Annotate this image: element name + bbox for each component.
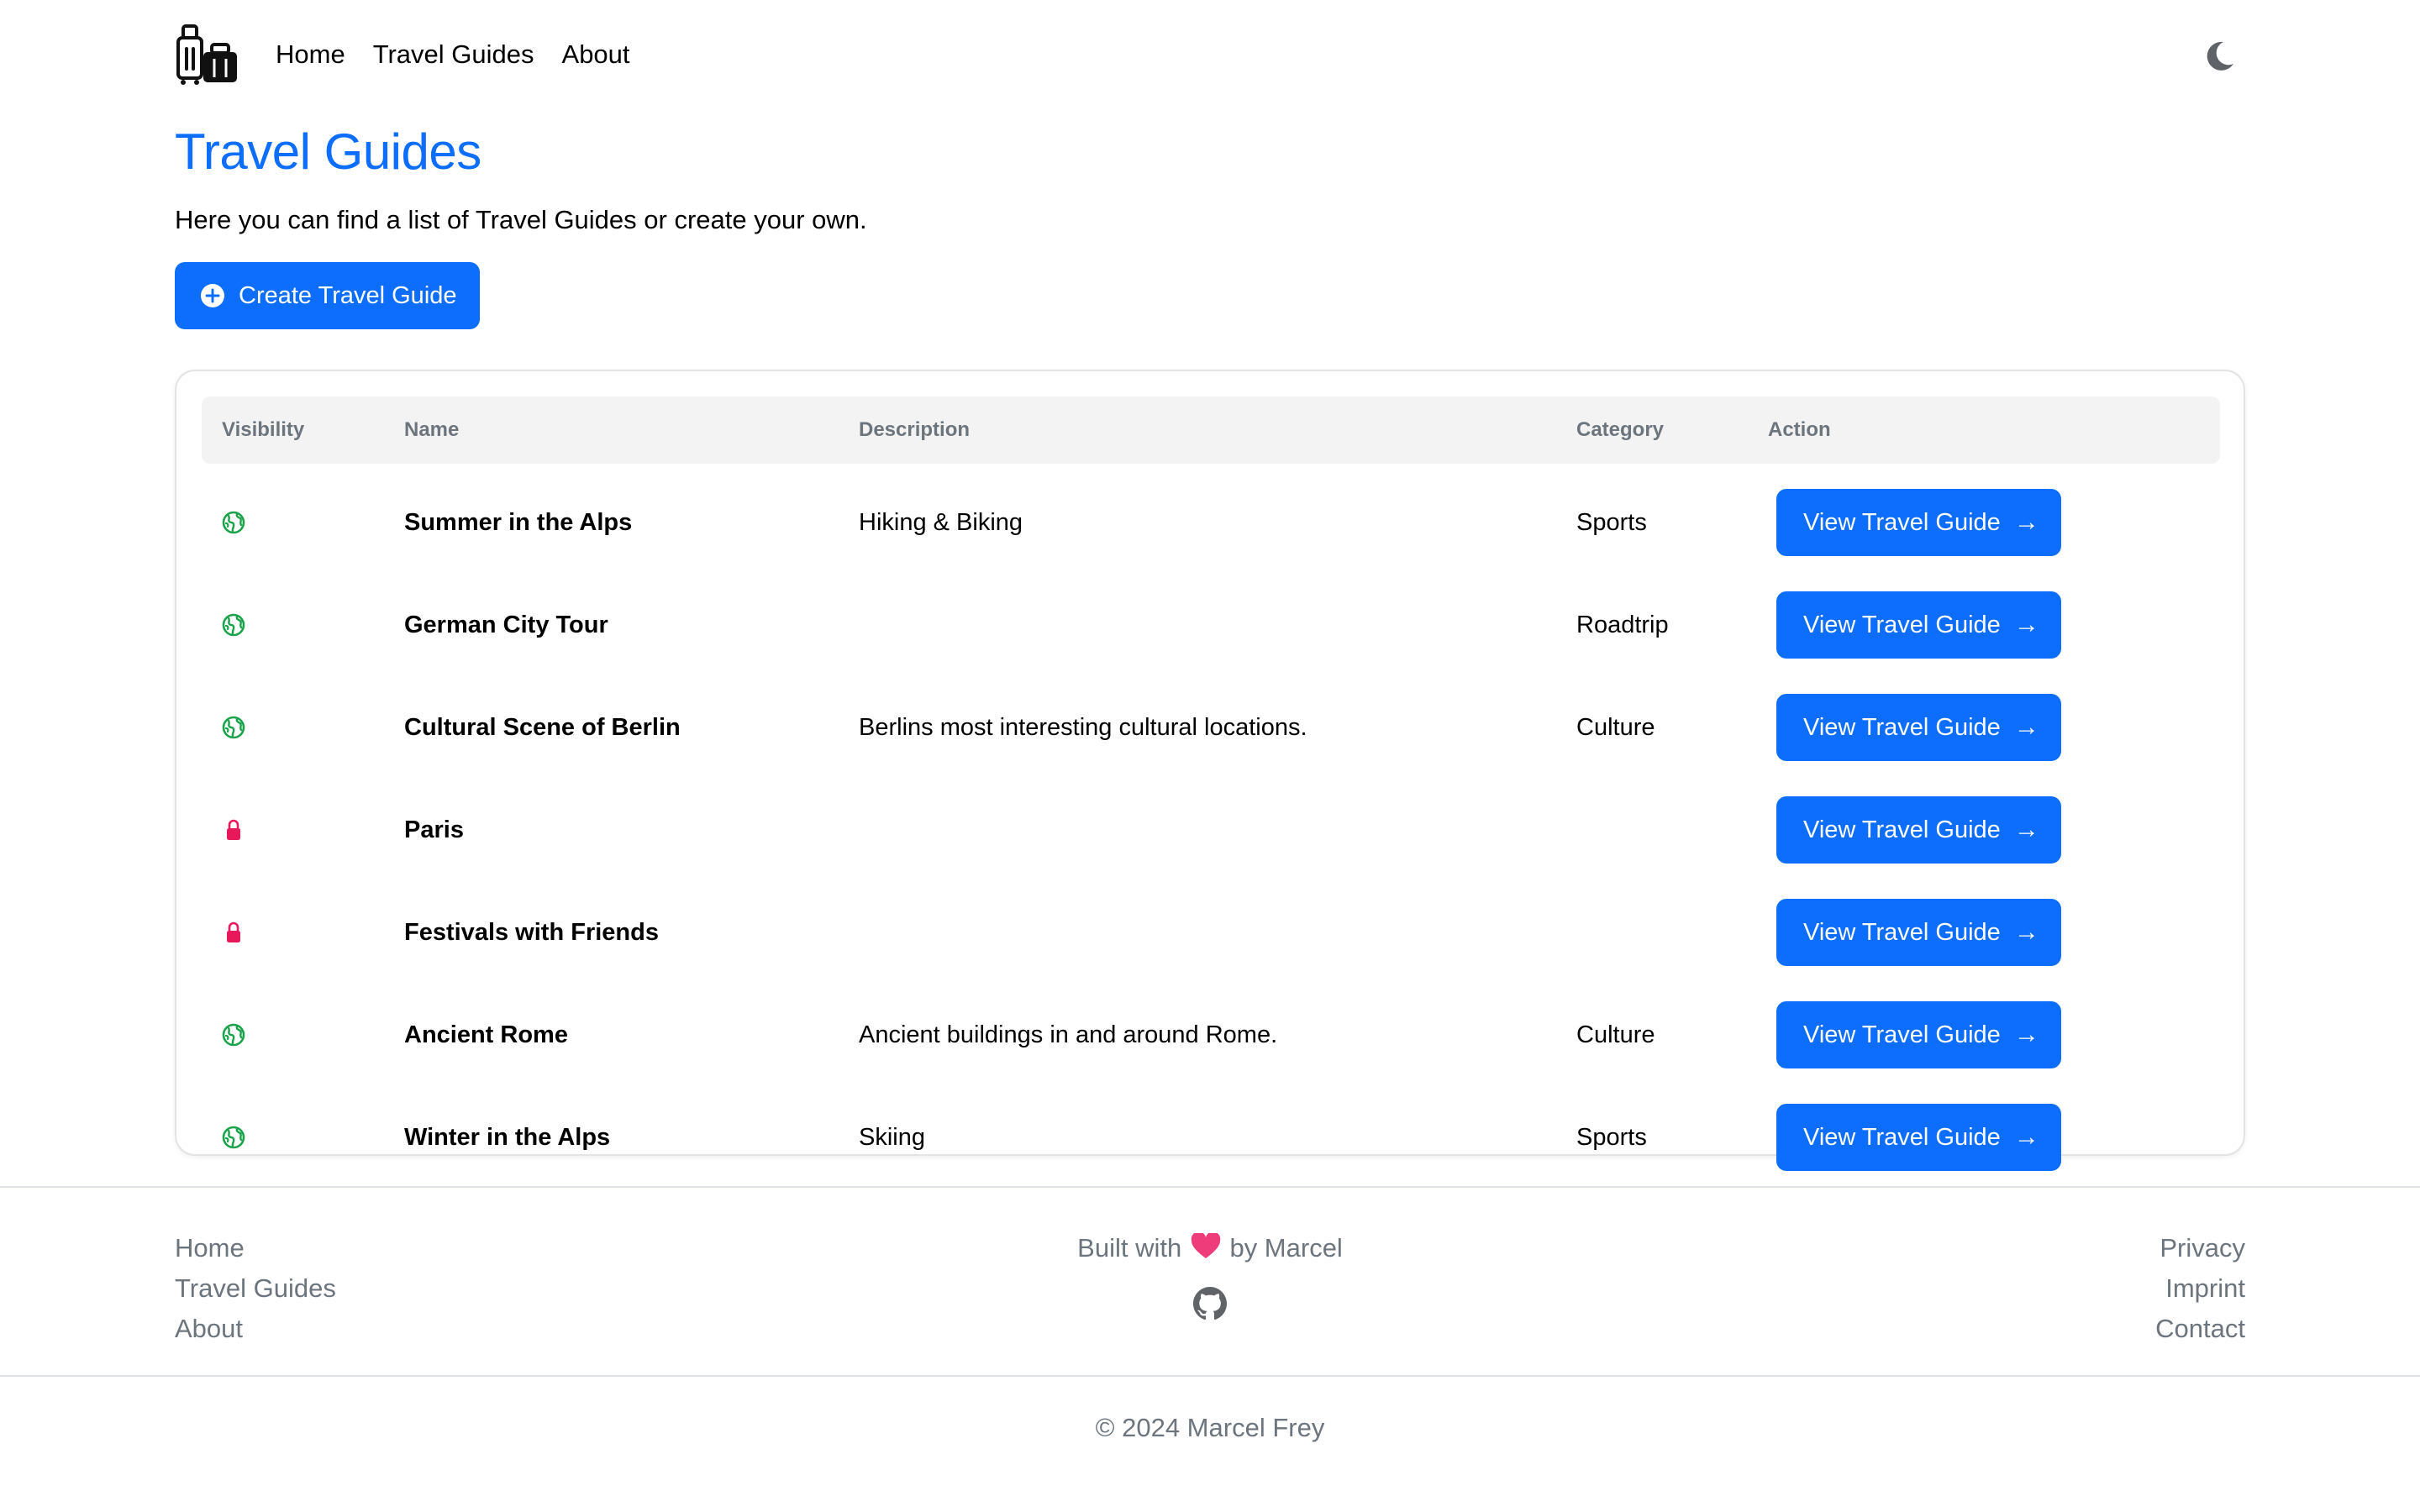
heart-icon [1191, 1233, 1221, 1258]
guide-description: Hiking & Biking [859, 509, 1023, 536]
guide-category: Roadtrip [1576, 612, 1669, 638]
globe-icon [222, 1023, 245, 1047]
table-row: Summer in the Alps Hiking & Biking Sports … [202, 475, 2220, 570]
header-visibility: Visibility [222, 418, 305, 441]
table-row: German City Tour Roadtrip View Travel Gui… [202, 578, 2220, 672]
arrow-right-icon: → [2013, 713, 2039, 741]
create-travel-guide-button[interactable]: Create Travel Guide [175, 262, 480, 329]
footer-link-imprint[interactable]: Imprint [2155, 1268, 2245, 1309]
view-travel-guide-label: View Travel Guide [1803, 816, 2001, 843]
header-name: Name [404, 418, 460, 441]
arrow-right-icon: → [2013, 611, 2039, 638]
view-travel-guide-label: View Travel Guide [1803, 611, 2001, 638]
nav-link-about[interactable]: About [562, 39, 630, 70]
lock-icon [227, 819, 240, 840]
guide-category: Culture [1576, 714, 1655, 741]
plus-circle-icon [201, 284, 224, 307]
footer-bottom-divider [0, 1375, 2420, 1377]
footer-link-about[interactable]: About [175, 1309, 336, 1349]
arrow-right-icon: → [2013, 1021, 2039, 1048]
guide-name: Cultural Scene of Berlin [404, 714, 681, 741]
view-travel-guide-label: View Travel Guide [1803, 1123, 2001, 1151]
globe-icon [222, 716, 245, 739]
built-with-text: Built with by Marcel [840, 1228, 1580, 1268]
table-row: Paris View Travel Guide → [202, 783, 2220, 877]
footer-divider [0, 1186, 2420, 1188]
view-travel-guide-button[interactable]: View Travel Guide → [1776, 1001, 2061, 1068]
lock-icon [227, 921, 240, 942]
guide-name: Summer in the Alps [404, 509, 633, 536]
view-travel-guide-button[interactable]: View Travel Guide → [1776, 694, 2061, 761]
table-row: Festivals with Friends View Travel Guide… [202, 885, 2220, 979]
view-travel-guide-label: View Travel Guide [1803, 508, 2001, 536]
guide-name: Winter in the Alps [404, 1124, 611, 1151]
table-header: Visibility Name Description Category Act… [202, 396, 2220, 464]
view-travel-guide-label: View Travel Guide [1803, 1021, 2001, 1048]
footer-link-home[interactable]: Home [175, 1228, 336, 1268]
nav-link-home[interactable]: Home [276, 39, 345, 70]
github-icon[interactable] [1193, 1287, 1227, 1320]
header-action: Action [1768, 418, 1831, 441]
intro-text: Here you can find a list of Travel Guide… [175, 205, 867, 234]
view-travel-guide-label: View Travel Guide [1803, 918, 2001, 946]
guide-name: Festivals with Friends [404, 919, 659, 946]
page-title: Travel Guides [175, 123, 481, 180]
view-travel-guide-label: View Travel Guide [1803, 713, 2001, 741]
table-row: Winter in the Alps Skiing Sports View Trav… [202, 1090, 2220, 1184]
guide-name: German City Tour [404, 612, 608, 638]
view-travel-guide-button[interactable]: View Travel Guide → [1776, 796, 2061, 864]
guide-name: Ancient Rome [404, 1021, 568, 1048]
table-row: Cultural Scene of Berlin Berlins most int… [202, 680, 2220, 774]
footer-link-contact[interactable]: Contact [2155, 1309, 2245, 1349]
guide-category: Sports [1576, 1124, 1647, 1151]
guide-description: Skiing [859, 1124, 925, 1151]
arrow-right-icon: → [2013, 1123, 2039, 1151]
arrow-right-icon: → [2013, 816, 2039, 843]
page: Home Travel Guides About Travel Guides H… [0, 0, 2420, 1512]
globe-icon [222, 613, 245, 637]
table-row: Ancient Rome Ancient buildings in and aro… [202, 988, 2220, 1082]
view-travel-guide-button[interactable]: View Travel Guide → [1776, 591, 2061, 659]
guide-name: Paris [404, 816, 464, 843]
travel-guides-card: Visibility Name Description Category Act… [175, 370, 2245, 1171]
create-travel-guide-label: Create Travel Guide [239, 281, 457, 309]
view-travel-guide-button[interactable]: View Travel Guide → [1776, 489, 2061, 556]
nav-link-travel-guides[interactable]: Travel Guides [373, 39, 534, 70]
footer-link-travel-guides[interactable]: Travel Guides [175, 1268, 336, 1309]
view-travel-guide-button[interactable]: View Travel Guide → [1776, 899, 2061, 966]
footer-links-left: Home Travel Guides About [175, 1228, 336, 1349]
built-suffix: by Marcel [1229, 1233, 1343, 1263]
guide-category: Sports [1576, 509, 1647, 536]
header-category: Category [1576, 418, 1665, 441]
navbar: Home Travel Guides About [175, 24, 2245, 86]
footer-link-privacy[interactable]: Privacy [2155, 1228, 2245, 1268]
header-description: Description [859, 418, 971, 441]
arrow-right-icon: → [2013, 918, 2039, 946]
guide-description: Berlins most interesting cultural locati… [859, 714, 1307, 741]
moon-icon[interactable] [2203, 39, 2237, 72]
globe-icon [222, 1126, 245, 1149]
guide-description: Ancient buildings in and around Rome. [859, 1021, 1278, 1048]
arrow-right-icon: → [2013, 508, 2039, 536]
luggage-logo-icon[interactable] [175, 24, 239, 86]
footer-links-right: Privacy Imprint Contact [2155, 1228, 2245, 1349]
globe-icon [222, 511, 245, 534]
copyright: © 2024 Marcel Frey [1095, 1413, 1325, 1442]
guide-category: Culture [1576, 1021, 1655, 1048]
built-prefix: Built with [1077, 1233, 1182, 1263]
view-travel-guide-button[interactable]: View Travel Guide → [1776, 1104, 2061, 1171]
